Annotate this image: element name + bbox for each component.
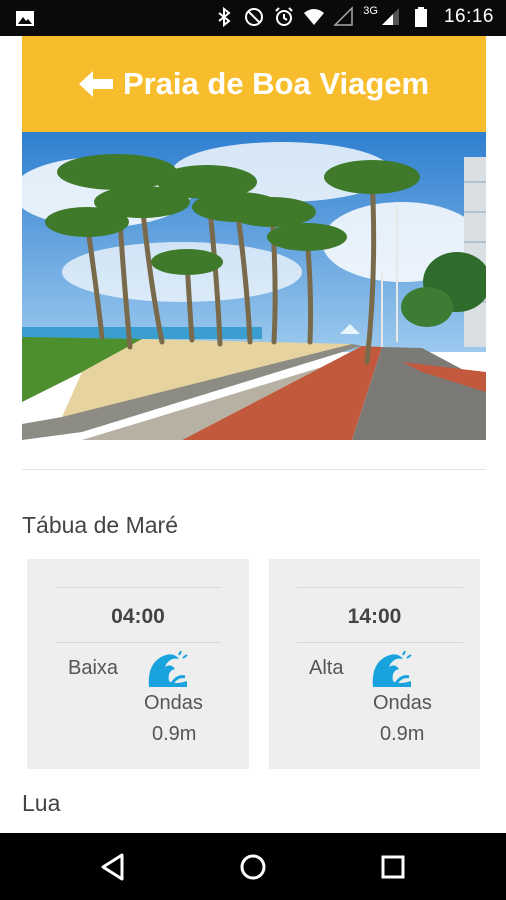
status-bar: 3G 16:16 [0,0,506,36]
clock: 16:16 [443,6,494,27]
battery-icon [414,7,427,27]
tide-card-high: 14:00 Alta Ondas 0.9m [269,559,480,769]
card-divider [55,642,221,643]
waves-label: Ondas [373,692,432,714]
wifi-icon [304,9,325,25]
card-divider [297,587,463,588]
app-header: Praia de Boa Viagem [22,36,486,132]
bluetooth-icon [218,6,231,28]
alarm-icon [275,7,293,26]
tide-section-title: Tábua de Maré [22,512,178,538]
tide-time: 04:00 [111,605,165,628]
gallery-icon [16,11,34,26]
network-type-label: 3G [363,5,378,17]
page-title: Praia de Boa Viagem [122,66,430,101]
system-nav-bar [0,833,506,900]
wave-icon [148,651,188,687]
back-arrow-icon[interactable] [78,69,115,99]
moon-section-title: Lua [22,790,61,816]
do-not-disturb-icon [245,8,264,26]
tide-type-label: Baixa [68,657,119,679]
wave-icon [372,651,412,687]
beach-photo [22,132,486,440]
divider [22,469,486,470]
signal-icon [333,6,354,26]
wave-height: 0.9m [380,723,425,745]
back-triangle-icon[interactable] [98,851,130,883]
waves-label: Ondas [144,692,203,714]
tide-time: 14:00 [347,605,402,628]
recents-square-icon[interactable] [377,851,409,883]
tide-type-label: Alta [309,657,344,679]
wave-height: 0.9m [152,723,197,745]
home-circle-icon[interactable] [237,851,269,883]
card-divider [297,642,463,643]
tide-card-low: 04:00 Baixa Ondas 0.9m [27,559,249,769]
signal-3g-icon [381,8,399,25]
card-divider [55,587,221,588]
